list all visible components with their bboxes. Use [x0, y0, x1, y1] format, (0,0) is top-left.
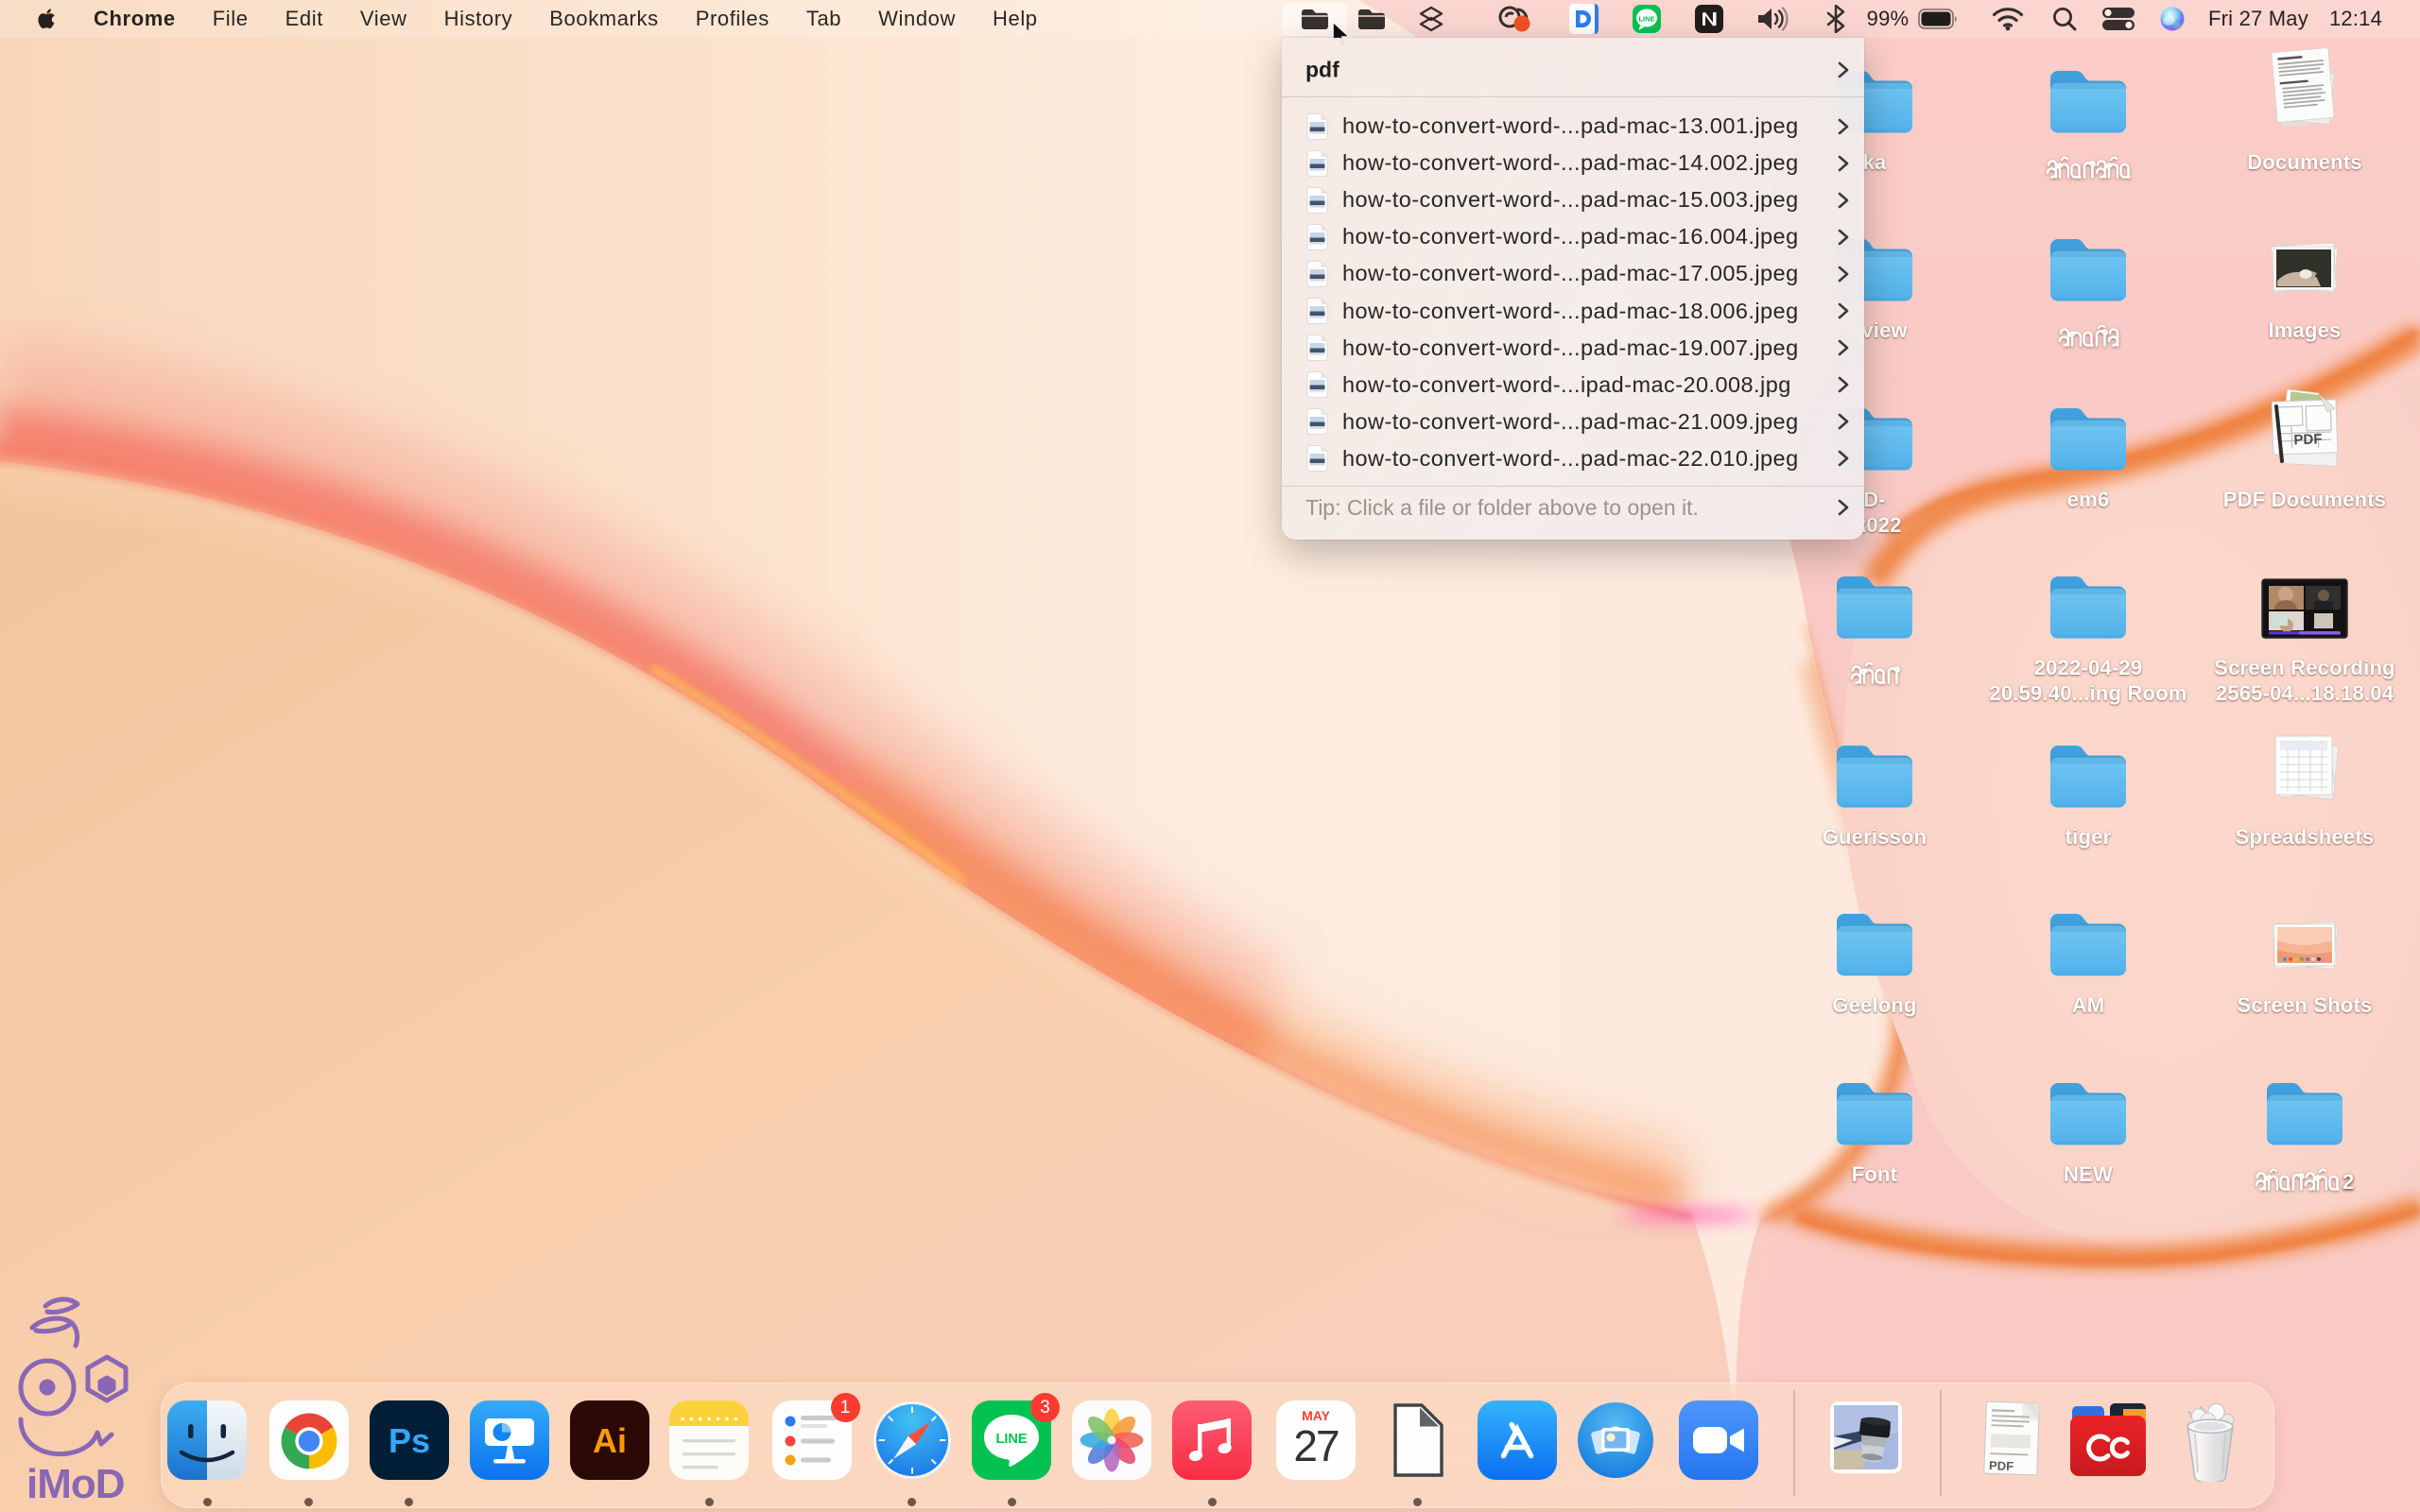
svg-text:27: 27: [1293, 1421, 1339, 1470]
svg-text:LINE: LINE: [995, 1432, 1027, 1447]
svg-text:2: 2: [2342, 1170, 2354, 1194]
svg-text:Ps: Ps: [388, 1421, 429, 1460]
svg-text:iMoD: iMoD: [26, 1461, 125, 1507]
svg-text:PDF: PDF: [2293, 431, 2323, 448]
svg-text:Ai: Ai: [593, 1421, 627, 1460]
svg-text:LINE: LINE: [1638, 15, 1654, 24]
svg-text:PDF: PDF: [1989, 1458, 2014, 1473]
